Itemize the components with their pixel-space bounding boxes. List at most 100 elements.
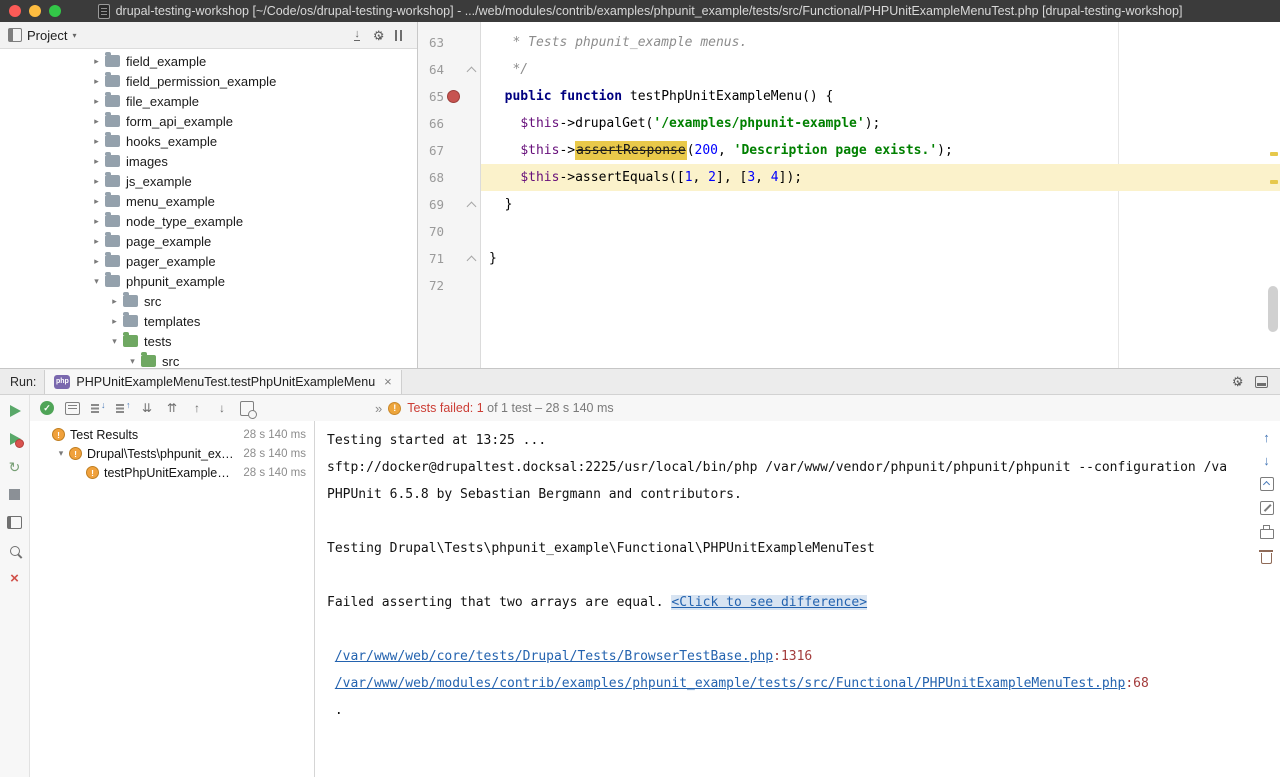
chevron-collapsed-icon[interactable]: ▸ [106, 296, 123, 307]
run-tab[interactable]: php PHPUnitExampleMenuTest.testPhpUnitEx… [44, 370, 401, 394]
chevron-collapsed-icon[interactable]: ▸ [88, 176, 105, 187]
line-number: 69 [418, 191, 444, 218]
project-item-src[interactable]: ▾ src [0, 351, 417, 368]
rerun-tests-button[interactable] [4, 400, 25, 421]
hide-tool-window-icon[interactable] [1255, 376, 1268, 388]
gutter-icon-slot [444, 137, 462, 164]
project-item-src[interactable]: ▸src [0, 291, 417, 311]
project-item-js_example[interactable]: ▸js_example [0, 171, 417, 191]
diff-link[interactable]: <Click to see difference> [671, 595, 867, 610]
editor[interactable]: 63 * Tests phpunit_example menus.64 */65… [418, 22, 1280, 368]
project-item-templates[interactable]: ▸templates [0, 311, 417, 331]
console-line [327, 508, 1253, 535]
sort-by-duration-button[interactable] [113, 399, 131, 417]
project-item-field_permission_example[interactable]: ▸field_permission_example [0, 71, 417, 91]
editor-line[interactable]: 71} [418, 245, 1280, 272]
gutter-fold-slot [462, 29, 481, 56]
collapse-all-button[interactable]: ⇈ [163, 399, 181, 417]
file-link[interactable]: /var/www/web/modules/contrib/examples/ph… [335, 676, 1126, 691]
project-item-field_example[interactable]: ▸field_example [0, 51, 417, 71]
rerun-failed-tests-button[interactable] [4, 428, 25, 449]
chevron-collapsed-icon[interactable]: ▸ [88, 256, 105, 267]
edit-source-icon[interactable] [1260, 501, 1274, 515]
chevron-down-icon[interactable]: ▾ [72, 31, 76, 40]
down-stack-trace-icon[interactable]: ↓ [1263, 454, 1270, 467]
editor-line[interactable]: 66 $this->drupalGet('/examples/phpunit-e… [418, 110, 1280, 137]
chevron-collapsed-icon[interactable]: ▸ [88, 216, 105, 227]
console-output[interactable]: Testing started at 13:25 ...sftp://docke… [315, 421, 1253, 777]
test-node[interactable]: ▾!Drupal\Tests\phpunit_example\Functiona… [30, 444, 314, 463]
chevron-collapsed-icon[interactable]: ▸ [88, 76, 105, 87]
fold-marker-icon[interactable] [467, 201, 477, 211]
chevron-collapsed-icon[interactable]: ▸ [88, 96, 105, 107]
project-item-form_api_example[interactable]: ▸form_api_example [0, 111, 417, 131]
chevron-collapsed-icon[interactable]: ▸ [88, 196, 105, 207]
editor-scrollbar[interactable] [1268, 286, 1278, 332]
editor-line[interactable]: 63 * Tests phpunit_example menus. [418, 29, 1280, 56]
zoom-window-button[interactable] [49, 5, 61, 17]
test-failed-gutter-icon[interactable] [447, 90, 460, 103]
print-icon[interactable] [1260, 529, 1274, 539]
chevron-expanded-icon[interactable]: ▾ [106, 336, 123, 347]
sort-alphabetically-button[interactable] [88, 399, 106, 417]
export-icon[interactable] [1260, 477, 1274, 491]
chevron-expanded-icon[interactable]: ▾ [124, 356, 141, 367]
run-settings-button[interactable]: ⚙▾ [1232, 373, 1241, 391]
project-item-tests[interactable]: ▾tests [0, 331, 417, 351]
project-item-menu_example[interactable]: ▸menu_example [0, 191, 417, 211]
chevron-expanded-icon[interactable]: ▾ [53, 448, 69, 459]
warning-stripe-mark[interactable] [1270, 152, 1278, 156]
fold-marker-icon[interactable] [467, 255, 477, 265]
project-item-images[interactable]: ▸images [0, 151, 417, 171]
project-panel-header[interactable]: Project ▾ ↓ ⚙▾ [0, 22, 417, 49]
pin-tab-button[interactable] [4, 540, 25, 561]
editor-line[interactable]: 70 [418, 218, 1280, 245]
expand-all-button[interactable]: ⇊ [138, 399, 156, 417]
up-stack-trace-icon[interactable]: ↑ [1263, 431, 1270, 444]
previous-failed-button[interactable]: ↑ [188, 399, 206, 417]
test-node-time: 28 s 140 ms [243, 467, 306, 479]
chevron-collapsed-icon[interactable]: ▸ [106, 316, 123, 327]
project-item-page_example[interactable]: ▸page_example [0, 231, 417, 251]
editor-line[interactable]: 64 */ [418, 56, 1280, 83]
editor-line[interactable]: 67 $this->assertResponse(200, 'Descripti… [418, 137, 1280, 164]
chevron-expanded-icon[interactable]: ▾ [88, 276, 105, 287]
next-failed-button[interactable]: ↓ [213, 399, 231, 417]
restore-layout-button[interactable] [4, 512, 25, 533]
close-run-button[interactable]: × [4, 568, 25, 589]
editor-line[interactable]: 68 $this->assertEquals([1, 2], [3, 4]); [418, 164, 1280, 191]
chevron-collapsed-icon[interactable]: ▸ [88, 136, 105, 147]
project-item-pager_example[interactable]: ▸pager_example [0, 251, 417, 271]
hide-panel-icon[interactable] [395, 30, 405, 41]
folder-icon [105, 95, 120, 107]
test-node[interactable]: !testPhpUnitExampleMenu28 s 140 ms [30, 463, 314, 482]
close-tab-icon[interactable]: × [384, 375, 392, 388]
more-chevron-icon[interactable]: » [375, 401, 382, 416]
editor-line[interactable]: 72 [418, 272, 1280, 299]
editor-line[interactable]: 69 } [418, 191, 1280, 218]
project-item-node_type_example[interactable]: ▸node_type_example [0, 211, 417, 231]
project-settings-button[interactable]: ⚙▾ [373, 28, 382, 43]
chevron-collapsed-icon[interactable]: ▸ [88, 56, 105, 67]
test-node[interactable]: !Test Results28 s 140 ms [30, 425, 314, 444]
project-item-file_example[interactable]: ▸file_example [0, 91, 417, 111]
show-ignored-button[interactable] [63, 399, 81, 417]
warning-stripe-mark[interactable] [1270, 180, 1278, 184]
file-link[interactable]: /var/www/web/core/tests/Drupal/Tests/Bro… [335, 649, 773, 664]
project-item-hooks_example[interactable]: ▸hooks_example [0, 131, 417, 151]
show-passed-button[interactable]: ✓ [38, 399, 56, 417]
project-item-phpunit_example[interactable]: ▾phpunit_example [0, 271, 417, 291]
editor-line[interactable]: 65 public function testPhpUnitExampleMen… [418, 83, 1280, 110]
chevron-collapsed-icon[interactable]: ▸ [88, 236, 105, 247]
clear-console-icon[interactable] [1261, 553, 1272, 564]
chevron-collapsed-icon[interactable]: ▸ [88, 156, 105, 167]
folder-name: src [162, 354, 179, 369]
test-history-button[interactable] [238, 399, 256, 417]
minimize-window-button[interactable] [29, 5, 41, 17]
close-window-button[interactable] [9, 5, 21, 17]
stop-button[interactable] [4, 484, 25, 505]
chevron-collapsed-icon[interactable]: ▸ [88, 116, 105, 127]
toggle-auto-test-button[interactable]: ↻ [4, 456, 25, 477]
fold-marker-icon[interactable] [467, 66, 477, 76]
collapse-all-icon[interactable]: ↓ [354, 29, 360, 41]
